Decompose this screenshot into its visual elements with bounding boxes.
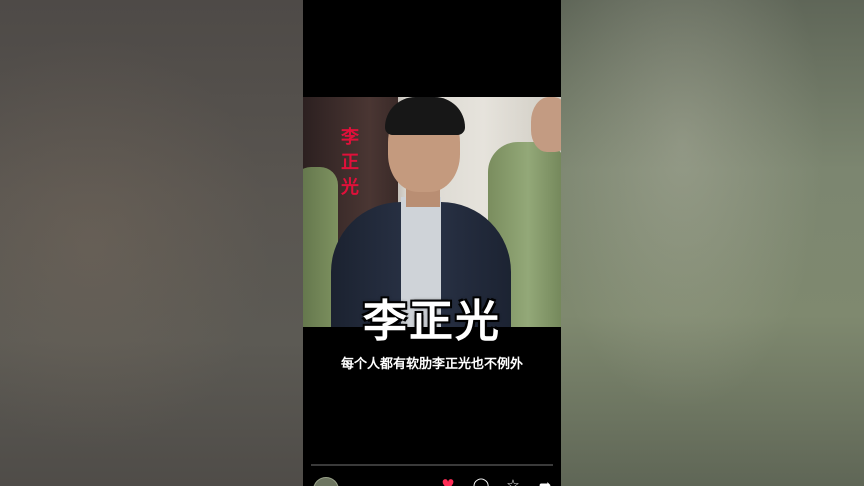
blurred-background-right [561, 0, 864, 486]
action-bar: ♥ ◯ ☆ ➦ [303, 472, 561, 486]
star-icon[interactable]: ☆ [504, 476, 522, 486]
blurred-background-left [0, 0, 303, 486]
side-label-char: 正 [341, 152, 359, 173]
avatar[interactable] [313, 477, 339, 486]
video-player[interactable]: 李 正 光 李正光 每个人都有软肋李正光也不例外 ♥ ◯ ☆ ➦ [303, 0, 561, 486]
comment-icon[interactable]: ◯ [472, 476, 490, 486]
side-label-char: 光 [341, 177, 359, 198]
scene-guard-head [531, 97, 561, 152]
video-subtitle: 每个人都有软肋李正光也不例外 [340, 357, 523, 372]
share-icon[interactable]: ➦ [536, 476, 554, 486]
scene-man-hair [385, 97, 465, 135]
video-title-overlay: 李正光 [363, 296, 501, 347]
side-name-label: 李 正 光 [339, 125, 361, 200]
progress-bar[interactable] [311, 464, 553, 466]
heart-icon[interactable]: ♥ [439, 476, 457, 486]
side-label-char: 李 [341, 127, 359, 148]
